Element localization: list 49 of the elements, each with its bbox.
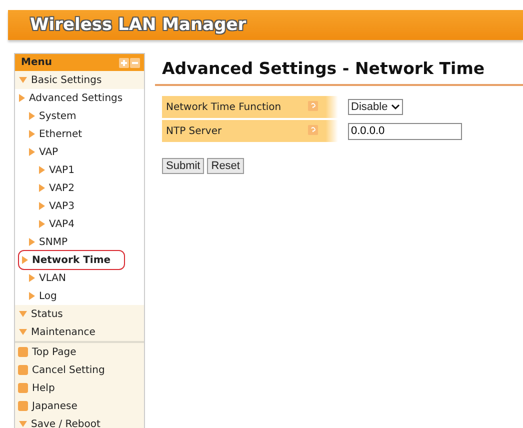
field-label: NTP Server xyxy=(162,120,307,142)
menu-item[interactable]: VAP4 xyxy=(15,215,144,233)
server-field[interactable]: 0.0.0.0 xyxy=(348,122,462,140)
menu-section[interactable]: Save / Reboot xyxy=(15,415,144,428)
menu-item[interactable]: VAP3 xyxy=(15,197,144,215)
app-title: Wireless LAN Manager xyxy=(30,15,246,35)
expand-all-icon[interactable] xyxy=(119,58,129,68)
form-button[interactable]: Submit xyxy=(162,158,204,174)
arrow-icon xyxy=(19,311,27,317)
arrow-icon xyxy=(22,256,28,264)
menu-link[interactable]: Japanese xyxy=(15,397,144,415)
field-label: Network Time Function xyxy=(162,96,307,118)
menu-item[interactable]: VAP1 xyxy=(15,161,144,179)
arrow-icon xyxy=(19,421,27,427)
arrow-icon xyxy=(19,77,27,83)
arrow-icon xyxy=(29,130,35,138)
menu-item[interactable]: System xyxy=(15,107,144,125)
arrow-icon xyxy=(39,184,45,192)
arrow-icon xyxy=(39,166,45,174)
menu-item[interactable]: SNMP xyxy=(15,233,144,251)
arrow-icon xyxy=(29,292,35,300)
menu-link[interactable]: Cancel Setting xyxy=(15,361,144,379)
collapse-all-icon[interactable] xyxy=(130,58,140,68)
menu-title: Menu xyxy=(21,57,52,68)
menu-section[interactable]: Maintenance xyxy=(15,323,144,341)
menu-item[interactable]: VAP xyxy=(15,143,144,161)
arrow-icon xyxy=(29,112,35,120)
help-icon[interactable] xyxy=(308,100,318,110)
arrow-icon xyxy=(29,274,35,282)
arrow-icon xyxy=(19,329,27,335)
arrow-icon xyxy=(29,238,35,246)
menu-item[interactable]: Network Time xyxy=(19,251,124,269)
dropdown-icon xyxy=(390,104,400,110)
menu-section[interactable]: Status xyxy=(15,305,144,323)
page-title: Advanced Settings - Network Time xyxy=(162,59,486,78)
menu-link[interactable]: Help xyxy=(15,379,144,397)
menu-item[interactable]: VAP2 xyxy=(15,179,144,197)
arrow-icon xyxy=(19,94,25,102)
arrow-icon xyxy=(39,220,45,228)
menu-item[interactable]: Ethernet xyxy=(15,125,144,143)
function-select[interactable]: Disable xyxy=(348,99,403,115)
menu-section[interactable]: Basic Settings xyxy=(15,71,144,89)
help-icon[interactable] xyxy=(308,124,318,134)
menu-item[interactable]: VLAN xyxy=(15,269,144,287)
menu-link[interactable]: Top Page xyxy=(15,341,144,361)
menu-item[interactable]: Log xyxy=(15,287,144,305)
arrow-icon xyxy=(29,148,35,156)
form-button[interactable]: Reset xyxy=(207,158,244,174)
arrow-icon xyxy=(39,202,45,210)
